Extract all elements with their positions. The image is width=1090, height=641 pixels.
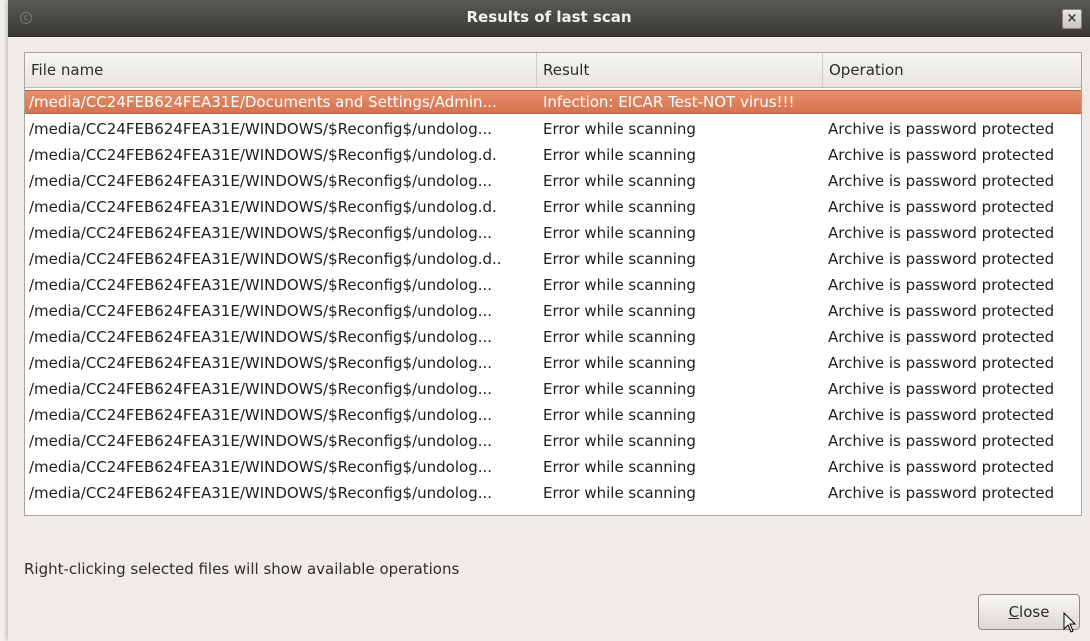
cell-file-name: /media/CC24FEB624FEA31E/WINDOWS/$Reconfi… <box>29 406 493 424</box>
table-row[interactable]: /media/CC24FEB624FEA31E/WINDOWS/$Reconfi… <box>25 454 1081 480</box>
cell-result: Error while scanning <box>543 120 696 138</box>
cell-result: Error while scanning <box>543 276 696 294</box>
cell-file-name: /media/CC24FEB624FEA31E/WINDOWS/$Reconfi… <box>29 432 493 450</box>
cell-operation: Archive is password protected <box>828 328 1055 346</box>
cell-file-name: /media/CC24FEB624FEA31E/WINDOWS/$Reconfi… <box>29 250 502 268</box>
column-header-file-name[interactable]: File name <box>25 53 537 87</box>
cell-file-name: /media/CC24FEB624FEA31E/WINDOWS/$Reconfi… <box>29 172 493 190</box>
cell-file-name: /media/CC24FEB624FEA31E/WINDOWS/$Reconfi… <box>29 198 497 216</box>
cell-operation: Archive is password protected <box>828 146 1055 164</box>
table-body: /media/CC24FEB624FEA31E/Documents and Se… <box>25 90 1081 506</box>
cell-result: Error while scanning <box>543 224 696 242</box>
mouse-pointer-icon <box>1063 612 1077 633</box>
cell-file-name: /media/CC24FEB624FEA31E/WINDOWS/$Reconfi… <box>29 328 493 346</box>
scan-results-dialog: c Results of last scan × File name Resul… <box>8 0 1090 641</box>
cell-result: Error while scanning <box>543 172 696 190</box>
table-row[interactable]: /media/CC24FEB624FEA31E/WINDOWS/$Reconfi… <box>25 246 1081 272</box>
cell-file-name: /media/CC24FEB624FEA31E/WINDOWS/$Reconfi… <box>29 302 493 320</box>
table-row[interactable]: /media/CC24FEB624FEA31E/WINDOWS/$Reconfi… <box>25 168 1081 194</box>
table-row[interactable]: /media/CC24FEB624FEA31E/WINDOWS/$Reconfi… <box>25 428 1081 454</box>
cell-operation: Archive is password protected <box>828 250 1055 268</box>
cell-operation: Archive is password protected <box>828 432 1055 450</box>
table-row[interactable]: /media/CC24FEB624FEA31E/WINDOWS/$Reconfi… <box>25 220 1081 246</box>
cell-operation: Archive is password protected <box>828 380 1055 398</box>
cell-result: Error while scanning <box>543 146 696 164</box>
cell-file-name: /media/CC24FEB624FEA31E/WINDOWS/$Reconfi… <box>29 380 493 398</box>
cell-operation: Archive is password protected <box>828 354 1055 372</box>
cell-file-name: /media/CC24FEB624FEA31E/WINDOWS/$Reconfi… <box>29 484 493 502</box>
cell-operation: Archive is password protected <box>828 276 1055 294</box>
cell-file-name: /media/CC24FEB624FEA31E/WINDOWS/$Reconfi… <box>29 276 493 294</box>
cell-operation: Archive is password protected <box>828 406 1055 424</box>
cell-operation: Archive is password protected <box>828 198 1055 216</box>
cell-result: Error while scanning <box>543 354 696 372</box>
cell-result: Error while scanning <box>543 328 696 346</box>
cell-result: Error while scanning <box>543 302 696 320</box>
cell-operation: Archive is password protected <box>828 302 1055 320</box>
table-row[interactable]: /media/CC24FEB624FEA31E/WINDOWS/$Reconfi… <box>25 480 1081 506</box>
hint-text: Right-clicking selected files will show … <box>24 560 460 578</box>
window-title: Results of last scan <box>466 8 632 26</box>
cell-file-name: /media/CC24FEB624FEA31E/WINDOWS/$Reconfi… <box>29 354 493 372</box>
close-button-label: lose <box>1019 603 1050 621</box>
table-row[interactable]: /media/CC24FEB624FEA31E/WINDOWS/$Reconfi… <box>25 350 1081 376</box>
cell-result: Error while scanning <box>543 484 696 502</box>
cell-result: Infection: EICAR Test-NOT virus!!! <box>543 93 795 111</box>
cell-operation: Archive is password protected <box>828 484 1055 502</box>
window-close-icon[interactable]: × <box>1062 9 1082 29</box>
cell-result: Error while scanning <box>543 198 696 216</box>
table-row[interactable]: /media/CC24FEB624FEA31E/WINDOWS/$Reconfi… <box>25 298 1081 324</box>
table-row[interactable]: /media/CC24FEB624FEA31E/WINDOWS/$Reconfi… <box>25 142 1081 168</box>
title-bar[interactable]: c Results of last scan × <box>8 0 1090 37</box>
cell-file-name: /media/CC24FEB624FEA31E/WINDOWS/$Reconfi… <box>29 224 493 242</box>
cell-file-name: /media/CC24FEB624FEA31E/WINDOWS/$Reconfi… <box>29 146 497 164</box>
table-row[interactable]: /media/CC24FEB624FEA31E/WINDOWS/$Reconfi… <box>25 116 1081 142</box>
cell-result: Error while scanning <box>543 458 696 476</box>
table-row[interactable]: /media/CC24FEB624FEA31E/WINDOWS/$Reconfi… <box>25 324 1081 350</box>
column-header-result[interactable]: Result <box>537 53 823 87</box>
cell-operation: Archive is password protected <box>828 458 1055 476</box>
table-row[interactable]: /media/CC24FEB624FEA31E/WINDOWS/$Reconfi… <box>25 376 1081 402</box>
cell-result: Error while scanning <box>543 406 696 424</box>
column-header-operation[interactable]: Operation <box>823 53 1081 87</box>
table-row[interactable]: /media/CC24FEB624FEA31E/WINDOWS/$Reconfi… <box>25 272 1081 298</box>
cell-result: Error while scanning <box>543 432 696 450</box>
table-header: File name Result Operation <box>25 53 1081 88</box>
table-row[interactable]: /media/CC24FEB624FEA31E/WINDOWS/$Reconfi… <box>25 194 1081 220</box>
table-row-selected[interactable]: /media/CC24FEB624FEA31E/Documents and Se… <box>25 90 1081 114</box>
close-button-mnemonic: C <box>1008 603 1020 621</box>
cell-file-name: /media/CC24FEB624FEA31E/WINDOWS/$Reconfi… <box>29 120 493 138</box>
cell-operation: Archive is password protected <box>828 120 1055 138</box>
cell-file-name: /media/CC24FEB624FEA31E/Documents and Se… <box>29 93 497 111</box>
table-row[interactable]: /media/CC24FEB624FEA31E/WINDOWS/$Reconfi… <box>25 402 1081 428</box>
cell-operation: Archive is password protected <box>828 172 1055 190</box>
cell-result: Error while scanning <box>543 380 696 398</box>
cell-result: Error while scanning <box>543 250 696 268</box>
cell-operation: Archive is password protected <box>828 224 1055 242</box>
results-table[interactable]: File name Result Operation /media/CC24FE… <box>24 52 1082 516</box>
cell-file-name: /media/CC24FEB624FEA31E/WINDOWS/$Reconfi… <box>29 458 493 476</box>
